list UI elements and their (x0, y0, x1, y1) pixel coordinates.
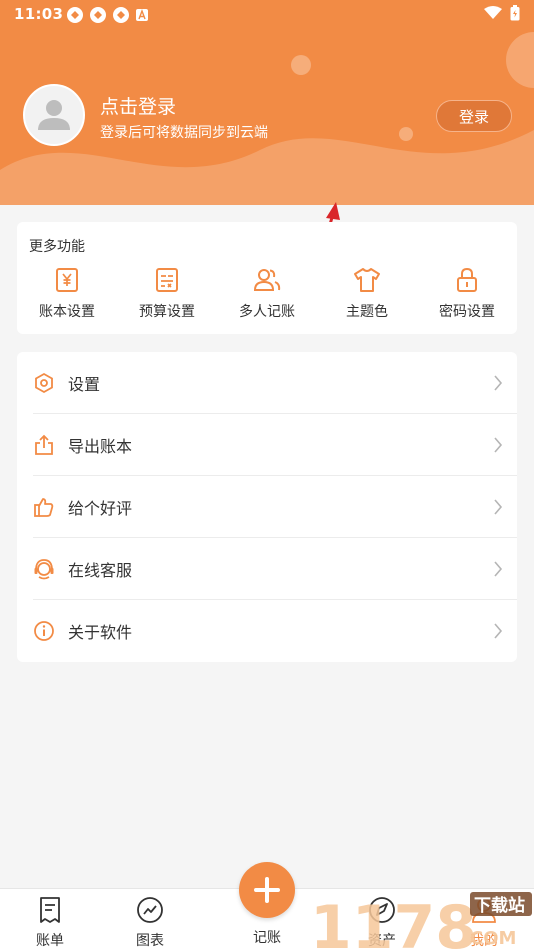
feature-password-settings[interactable]: 密码设置 (417, 266, 517, 326)
app-notification-icon (113, 7, 129, 23)
avatar[interactable] (23, 84, 85, 146)
feature-label: 密码设置 (439, 303, 495, 319)
status-time: 11:03 (14, 5, 64, 23)
app-notification-icon (90, 7, 106, 23)
feature-label: 多人记账 (239, 303, 295, 319)
feature-multi-user[interactable]: 多人记账 (217, 266, 317, 326)
features-grid: 账本设置 预算设置 多人记账 主题色 密码设置 (17, 266, 517, 326)
ledger-yen-icon (56, 268, 78, 292)
default-avatar-icon (38, 100, 70, 130)
menu-label: 给个好评 (68, 501, 133, 518)
chevron-right-icon (494, 375, 503, 391)
chevron-right-icon (494, 499, 503, 515)
nav-label: 图表 (136, 932, 164, 948)
menu-item-about[interactable]: 关于软件 (33, 600, 517, 662)
add-record-button[interactable] (239, 862, 295, 918)
nav-tab-charts[interactable]: 图表 (120, 895, 180, 950)
plus-icon (254, 877, 280, 903)
headset-icon (34, 559, 54, 580)
budget-icon (156, 268, 178, 292)
info-icon (34, 621, 54, 641)
multi-user-icon (253, 269, 281, 291)
watermark-suffix: COM (470, 928, 516, 949)
menu-label: 导出账本 (68, 439, 133, 456)
feature-budget-settings[interactable]: 预算设置 (117, 266, 217, 326)
chevron-right-icon (494, 561, 503, 577)
nav-tab-bills[interactable]: 账单 (20, 895, 80, 950)
app-notification-icon (67, 7, 83, 23)
settings-menu-card: 设置 导出账本 给个好评 在线客服 关于软件 (17, 352, 517, 662)
menu-item-export-ledger[interactable]: 导出账本 (33, 414, 517, 476)
receipt-icon (40, 897, 60, 923)
battery-icon (510, 5, 520, 21)
feature-ledger-settings[interactable]: 账本设置 (17, 266, 117, 326)
nav-label: 账单 (36, 932, 64, 948)
add-record-label: 记账 (253, 929, 281, 945)
wifi-icon (484, 6, 502, 19)
menu-label: 在线客服 (68, 563, 133, 580)
more-features-card: 更多功能 账本设置 预算设置 多人记账 主题色 密码设置 (17, 222, 517, 334)
login-prompt-subtitle: 登录后可将数据同步到云端 (100, 124, 268, 140)
menu-label: 关于软件 (68, 625, 133, 642)
watermark-number: 1178 (310, 893, 477, 950)
menu-label: 设置 (68, 377, 101, 394)
shirt-icon (354, 268, 380, 292)
feature-label: 主题色 (346, 303, 388, 319)
profile-header: 11:03 点击登录 登录后可将数据同步到云端 登录 (0, 0, 534, 205)
export-icon (35, 434, 53, 455)
login-button[interactable]: 登录 (436, 100, 512, 132)
feature-theme-color[interactable]: 主题色 (317, 266, 417, 326)
menu-item-settings[interactable]: 设置 (33, 352, 517, 414)
system-status-icons (484, 5, 520, 21)
chevron-right-icon (494, 623, 503, 639)
login-prompt-title[interactable]: 点击登录 (100, 92, 176, 119)
a-notification-icon (136, 9, 148, 21)
watermark-text: 下载站 (474, 895, 525, 915)
chart-icon (137, 897, 163, 923)
menu-item-online-support[interactable]: 在线客服 (33, 538, 517, 600)
site-watermark: 1178 下载站 COM (310, 892, 532, 950)
feature-label: 预算设置 (139, 303, 195, 319)
notification-icons (66, 6, 149, 24)
status-bar: 11:03 (0, 0, 534, 30)
menu-item-rate-app[interactable]: 给个好评 (33, 476, 517, 538)
thumbs-up-icon (34, 498, 54, 517)
features-title: 更多功能 (29, 238, 85, 254)
feature-label: 账本设置 (39, 303, 95, 319)
hexagon-gear-icon (35, 372, 53, 394)
chevron-right-icon (494, 437, 503, 453)
lock-icon (457, 267, 477, 292)
